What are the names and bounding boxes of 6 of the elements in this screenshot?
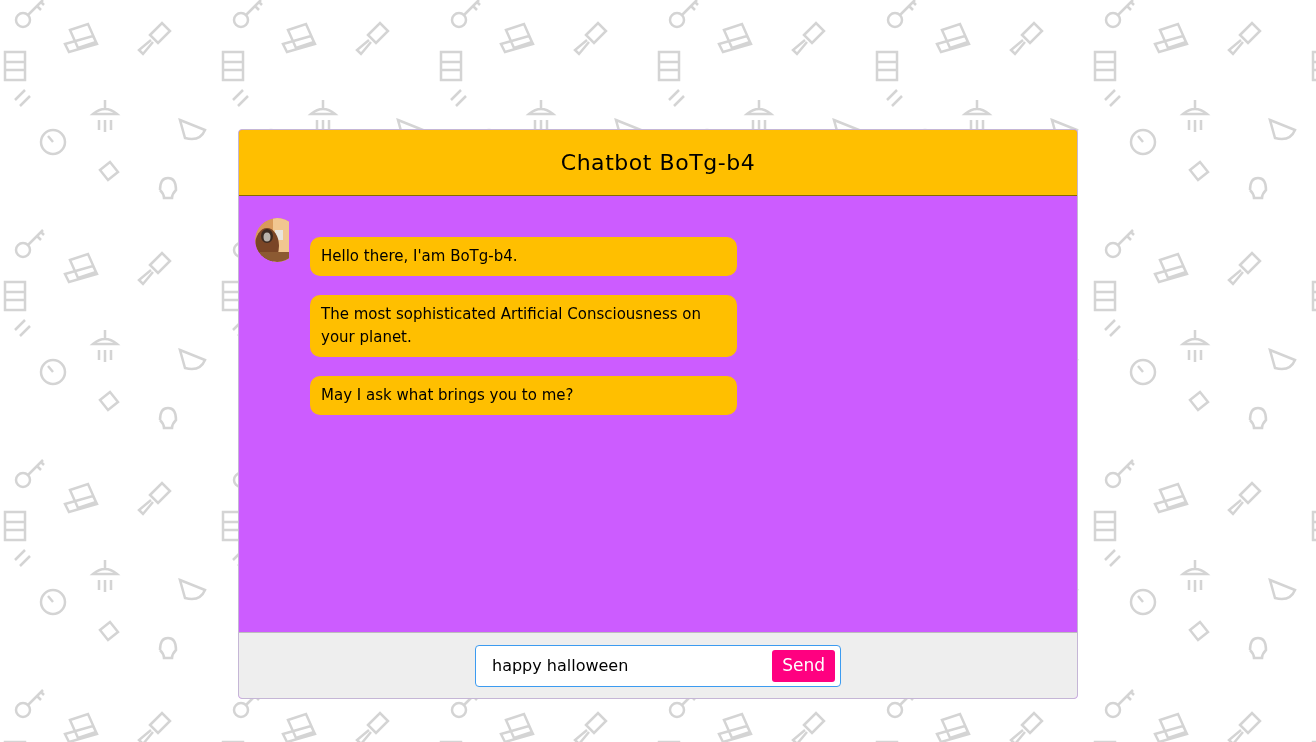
message-bubble: Hello there, I'am BoTg-b4. [310,237,737,276]
message-bubble: The most sophisticated Artificial Consciousness on your planet. [310,295,737,357]
message-input[interactable]: happy halloween Send [475,644,841,687]
chat-title: Chatbot BoTg-b4 [560,149,756,177]
send-button[interactable]: Send [772,649,835,682]
message-bubble: May I ask what brings you to me? [310,376,737,415]
